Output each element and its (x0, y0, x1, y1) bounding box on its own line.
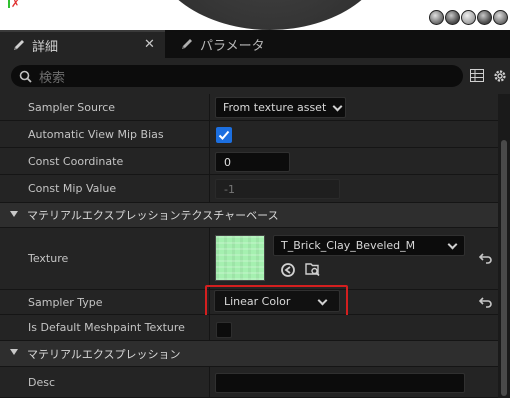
preview-ball-icon[interactable] (461, 10, 476, 25)
browse-asset-icon[interactable] (304, 261, 321, 278)
field-value: -1 (224, 182, 235, 196)
column-divider (209, 94, 210, 120)
table-view-icon[interactable] (470, 69, 484, 85)
column-divider (209, 121, 210, 147)
chevron-down-icon (332, 101, 343, 112)
field-value: 0 (224, 155, 231, 169)
desc-field[interactable] (215, 373, 465, 393)
property-label: Sampler Type (28, 295, 103, 309)
tab-bar: 詳細 ✕ パラメータ (0, 30, 510, 58)
property-label: Texture (28, 252, 69, 265)
checkmark-icon (218, 130, 230, 140)
category-expression[interactable]: マテリアルエクスプレッション (0, 341, 498, 367)
category-label: マテリアルエクスプレッションテクスチャーベース (27, 209, 279, 222)
chevron-down-icon (447, 239, 458, 250)
const-coordinate-field[interactable]: 0 (215, 152, 290, 172)
dropdown-value: T_Brick_Clay_Beveled_M (281, 239, 416, 252)
collapse-arrow-icon (10, 211, 18, 217)
reset-to-default-icon[interactable] (479, 296, 493, 308)
auto-mip-bias-checkbox[interactable] (216, 127, 232, 143)
preview-sphere (150, 0, 390, 30)
preview-ball-icon[interactable] (445, 10, 460, 25)
scrollbar-thumb[interactable] (501, 140, 507, 396)
search-row: 検索 (0, 58, 510, 94)
tab-details-label: 詳細 (32, 39, 59, 55)
property-label: Const Coordinate (28, 154, 124, 168)
property-row-auto-mip-bias: Automatic View Mip Bias (0, 121, 498, 148)
viewport-preview: ✗ (0, 0, 510, 30)
property-label: Desc (28, 375, 56, 389)
preview-ball-icon[interactable] (477, 10, 492, 25)
category-label: マテリアルエクスプレッション (27, 347, 181, 361)
pencil-icon (180, 37, 194, 51)
property-label: Automatic View Mip Bias (28, 127, 164, 141)
property-label: Const Mip Value (28, 182, 117, 195)
column-divider (209, 367, 210, 397)
property-label: Sampler Source (28, 100, 116, 114)
column-divider (209, 175, 210, 202)
meshpaint-checkbox[interactable] (216, 322, 232, 338)
tab-parameters[interactable]: パラメータ (168, 30, 288, 58)
close-icon[interactable]: ✕ (144, 37, 155, 52)
property-label: Is Default Meshpaint Texture (28, 321, 185, 334)
property-row-meshpaint: Is Default Meshpaint Texture (0, 315, 498, 341)
const-mip-value-field: -1 (215, 179, 340, 199)
scrollbar[interactable] (499, 94, 510, 398)
sampler-source-dropdown[interactable]: From texture asset (215, 97, 346, 118)
preview-ball-icon[interactable] (429, 10, 444, 25)
search-icon (19, 70, 32, 83)
collapse-arrow-icon (10, 349, 18, 355)
column-divider (209, 228, 210, 289)
dropdown-value: From texture asset (223, 101, 327, 114)
search-placeholder: 検索 (39, 70, 66, 86)
column-divider (209, 315, 210, 340)
preview-shape-buttons (429, 10, 508, 25)
preview-ball-icon[interactable] (493, 10, 508, 25)
pencil-icon (12, 38, 26, 52)
category-texture-base[interactable]: マテリアルエクスプレッションテクスチャーベース (0, 203, 498, 228)
reset-to-default-icon[interactable] (479, 252, 493, 264)
axis-x-icon: ✗ (11, 0, 21, 10)
tab-parameters-label: パラメータ (200, 38, 265, 54)
gear-icon[interactable] (492, 68, 508, 87)
search-input[interactable]: 検索 (11, 65, 463, 87)
tab-details[interactable]: 詳細 ✕ (0, 30, 165, 58)
axis-y-indicator (8, 0, 10, 8)
use-selected-asset-icon[interactable] (280, 262, 296, 278)
column-divider (209, 148, 210, 174)
texture-thumbnail[interactable] (215, 235, 265, 281)
texture-asset-dropdown[interactable]: T_Brick_Clay_Beveled_M (273, 235, 465, 256)
